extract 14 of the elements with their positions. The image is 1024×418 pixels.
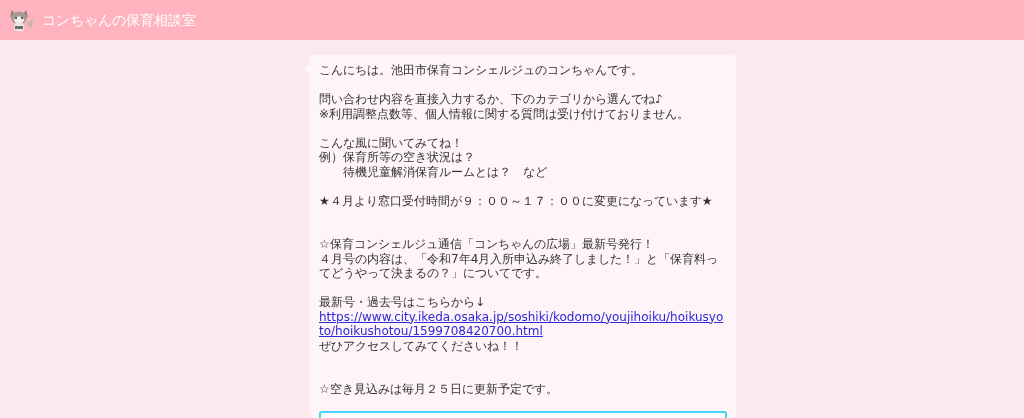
message-text: ４月号の内容は、「令和7年4月入所申込み終了しました！」と「保育料ってどうやって決まるの？」についてです。 — [319, 251, 720, 281]
message-text: こんな風に聞いてみてね！ — [319, 135, 464, 150]
message-text: ※利用調整点数等、個人情報に関する質問は受け付けておりません。 — [319, 106, 691, 121]
message-text: ☆保育コンシェルジュ通信「コンちゃんの広場」最新号発行！ — [319, 237, 655, 252]
message-text: 最新号・過去号はこちらから↓ — [319, 295, 487, 310]
message-text: こんにちは。池田市保育コンシェルジュのコンちゃんです。 — [319, 63, 644, 78]
link[interactable]: https://www.city.ikeda.osaka.jp/soshiki/kodomo/youjihoiku/hoikusyoto/hoikushotou/1599708420700.html — [319, 309, 727, 339]
message-text: ☆空き見込みは毎月２５日に更新予定です。 — [319, 382, 559, 397]
message-text: 問い合わせ内容を直接入力するか、下のカテゴリから選んでね♪ — [319, 92, 664, 107]
message-text: ★４月より窓口受付時間が９：００～１７：００に変更になっています★ — [319, 193, 714, 208]
message-text: 待機児童解消保育ルームとは？ など — [342, 164, 548, 179]
message-text: 例）保育所等の空き状況は？ — [319, 150, 476, 165]
app-title: コンちゃんの保育相談室 — [42, 10, 196, 30]
message-text: ぜひアクセスしてみてくださいね！！ — [319, 338, 524, 353]
